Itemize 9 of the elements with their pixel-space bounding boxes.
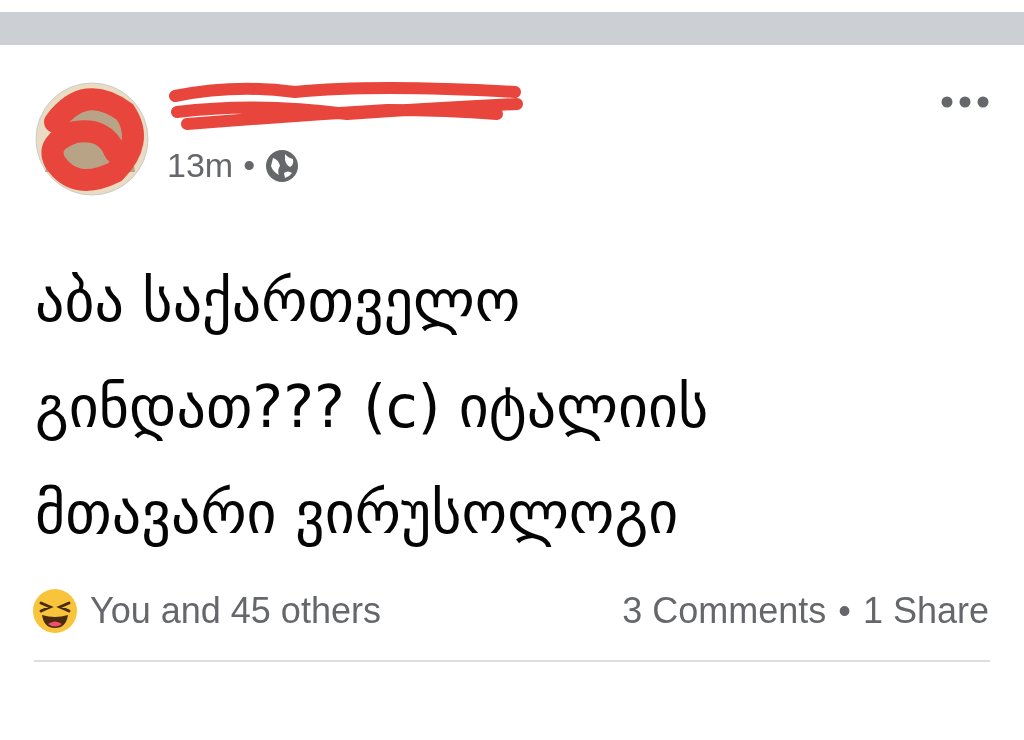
post-text: აბა საქართველო გინდათ??? (c) იტალიის მთავარი ვირუსოლოგი	[34, 266, 710, 549]
comments-count[interactable]: 3 Comments	[622, 590, 827, 632]
shares-count[interactable]: 1 Share	[862, 590, 989, 632]
more-options-icon[interactable]	[941, 96, 989, 108]
separator-dot: •	[838, 590, 851, 632]
separator-dot: •	[243, 146, 256, 185]
laughing-emoji-icon	[32, 588, 78, 634]
reactions-count[interactable]: You and 45 others	[90, 590, 381, 632]
post-time[interactable]: 13m	[167, 146, 234, 185]
